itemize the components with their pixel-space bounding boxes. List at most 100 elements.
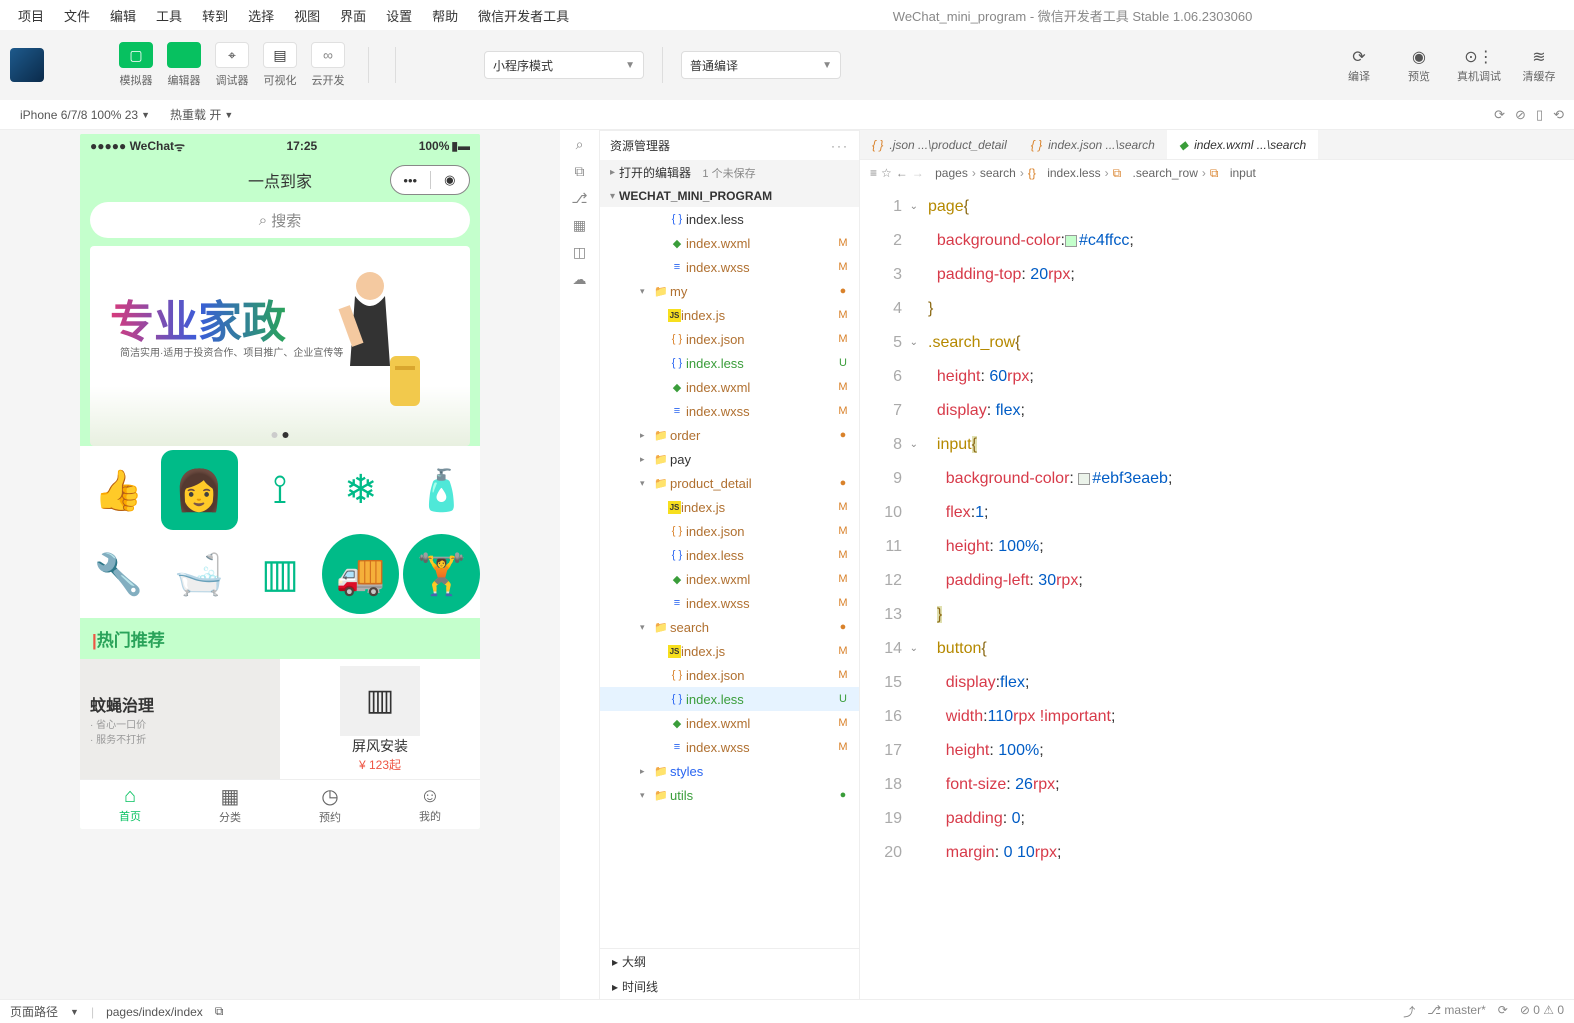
menu-goto[interactable]: 转到 bbox=[194, 2, 236, 29]
crumb[interactable]: search bbox=[980, 166, 1016, 180]
project-header[interactable]: ▾ WECHAT_MINI_PROGRAM bbox=[600, 185, 859, 207]
cat-lamp[interactable]: ⟟ bbox=[242, 450, 319, 530]
branch-icon[interactable]: ⎇ bbox=[571, 190, 587, 207]
menu-view[interactable]: 视图 bbox=[286, 2, 328, 29]
open-editors-header[interactable]: ▸ 打开的编辑器 1 个未保存 bbox=[600, 160, 859, 185]
tree-item[interactable]: ▾📁search● bbox=[600, 615, 859, 639]
breadcrumbs[interactable]: ≡ ☆ ← → pages› search› {} index.less› ⧉ … bbox=[860, 160, 1574, 186]
code-line[interactable]: 2 background-color:#c4ffcc; bbox=[860, 224, 1574, 258]
tree-item[interactable]: ▾📁product_detail● bbox=[600, 471, 859, 495]
tree-item[interactable]: { }index.jsonM bbox=[600, 519, 859, 543]
capsule[interactable]: ••• ◉ bbox=[390, 165, 470, 195]
crumb[interactable]: input bbox=[1230, 166, 1256, 180]
tree-item[interactable]: ◆index.wxmlM bbox=[600, 567, 859, 591]
menu-tools[interactable]: 工具 bbox=[148, 2, 190, 29]
mode-select[interactable]: 小程序模式 ▼ bbox=[484, 51, 644, 79]
tree-item[interactable]: ◆index.wxmlM bbox=[600, 231, 859, 255]
tab-我的[interactable]: ☺我的 bbox=[380, 780, 480, 829]
tree-item[interactable]: ▸📁order● bbox=[600, 423, 859, 447]
menu-help[interactable]: 帮助 bbox=[424, 2, 466, 29]
menu-ui[interactable]: 界面 bbox=[332, 2, 374, 29]
tree-item[interactable]: ≡index.wxssM bbox=[600, 255, 859, 279]
code-line[interactable]: 8⌄ input{ bbox=[860, 428, 1574, 462]
code-line[interactable]: 20 margin: 0 10rpx; bbox=[860, 836, 1574, 870]
branch-indicator[interactable]: ⎇ master* bbox=[1427, 1003, 1486, 1020]
cat-fitness[interactable]: 🏋 bbox=[403, 534, 480, 614]
simulator-device[interactable]: ●●●●● WeChatᯤ 17:25 100% ▮▬ 一点到家 ••• ◉ ⌕… bbox=[80, 134, 480, 829]
crumb[interactable]: pages bbox=[935, 166, 968, 180]
tree-item[interactable]: ◆index.wxmlM bbox=[600, 711, 859, 735]
crumb[interactable]: .search_row bbox=[1133, 166, 1198, 180]
code-line[interactable]: 14⌄ button{ bbox=[860, 632, 1574, 666]
sync-icon[interactable]: ⟳ bbox=[1498, 1003, 1508, 1020]
timeline-section[interactable]: ▸时间线 bbox=[600, 974, 859, 999]
code-line[interactable]: 17 height: 100%; bbox=[860, 734, 1574, 768]
tree-item[interactable]: JSindex.jsM bbox=[600, 639, 859, 663]
hot-reload-toggle[interactable]: 热重载 开 ▼ bbox=[160, 106, 243, 123]
code-line[interactable]: 4} bbox=[860, 292, 1574, 326]
menu-devtools[interactable]: 微信开发者工具 bbox=[470, 2, 577, 29]
more-icon[interactable]: ••• bbox=[391, 173, 430, 188]
crumb[interactable]: index.less bbox=[1047, 166, 1100, 180]
banner[interactable]: 专业家政 简洁实用·适用于投资合作、项目推广、企业宣传等 bbox=[90, 246, 470, 446]
phone-icon[interactable]: ▯ bbox=[1536, 107, 1543, 123]
cat-nanny[interactable]: 👩 bbox=[161, 450, 238, 530]
code-line[interactable]: 12 padding-left: 30rpx; bbox=[860, 564, 1574, 598]
tree-item[interactable]: ≡index.wxssM bbox=[600, 399, 859, 423]
problems-indicator[interactable]: ⊘ 0 ⚠ 0 bbox=[1520, 1003, 1564, 1020]
cloud-icon[interactable]: ☁ bbox=[573, 271, 587, 288]
copy-icon[interactable]: ⧉ bbox=[575, 163, 585, 180]
compile-select[interactable]: 普通编译 ▼ bbox=[681, 51, 841, 79]
fold-icon[interactable]: ⌄ bbox=[910, 428, 918, 462]
code-editor[interactable]: 1⌄page{2 background-color:#c4ffcc;3 padd… bbox=[860, 186, 1574, 999]
target-icon[interactable]: ◉ bbox=[431, 172, 470, 188]
cat-like[interactable]: 👍 bbox=[80, 450, 157, 530]
outline-section[interactable]: ▸大纲 bbox=[600, 949, 859, 974]
device-select[interactable]: iPhone 6/7/8 100% 23 ▼ bbox=[10, 108, 160, 122]
tree-item[interactable]: ▾📁utils● bbox=[600, 783, 859, 807]
fold-icon[interactable]: ⌄ bbox=[910, 190, 918, 224]
tree-item[interactable]: ≡index.wxssM bbox=[600, 735, 859, 759]
menu-settings[interactable]: 设置 bbox=[378, 2, 420, 29]
tree-item[interactable]: JSindex.jsM bbox=[600, 495, 859, 519]
cat-curtain[interactable]: ▥ bbox=[242, 534, 319, 614]
menu-project[interactable]: 项目 bbox=[10, 2, 52, 29]
code-line[interactable]: 16 width:110rpx !important; bbox=[860, 700, 1574, 734]
editor-tab[interactable]: { }.json ...\product_detail bbox=[860, 130, 1019, 159]
tool-调试器[interactable]: ⌖调试器 bbox=[210, 42, 254, 88]
tree-item[interactable]: ▸📁pay bbox=[600, 447, 859, 471]
search-icon[interactable]: ⌕ bbox=[576, 136, 584, 153]
search-input[interactable]: ⌕ 搜索 bbox=[90, 202, 470, 238]
upload-icon[interactable]: ⤴ bbox=[1403, 1003, 1415, 1020]
code-line[interactable]: 19 padding: 0; bbox=[860, 802, 1574, 836]
code-line[interactable]: 1⌄page{ bbox=[860, 190, 1574, 224]
stop-icon[interactable]: ⊘ bbox=[1515, 107, 1526, 123]
grid-icon[interactable]: ▦ bbox=[573, 217, 586, 234]
menu-file[interactable]: 文件 bbox=[56, 2, 98, 29]
list-icon[interactable]: ≡ bbox=[870, 166, 877, 180]
back-icon[interactable]: ← bbox=[896, 166, 908, 180]
tree-item[interactable]: JSindex.jsM bbox=[600, 303, 859, 327]
link-icon[interactable]: ⧉ bbox=[215, 1004, 224, 1019]
more-icon[interactable]: ··· bbox=[831, 139, 849, 153]
refresh-icon[interactable]: ⟳ bbox=[1494, 107, 1505, 123]
forward-icon[interactable]: → bbox=[912, 166, 924, 180]
bookmark-icon[interactable]: ☆ bbox=[881, 166, 892, 180]
tab-首页[interactable]: ⌂首页 bbox=[80, 780, 180, 829]
cat-ac[interactable]: ❄ bbox=[322, 450, 399, 530]
action-清缓存[interactable]: ≋清缓存 bbox=[1514, 46, 1564, 84]
cat-pipe[interactable]: 🔧 bbox=[80, 534, 157, 614]
tree-item[interactable]: { }index.jsonM bbox=[600, 327, 859, 351]
menu-edit[interactable]: 编辑 bbox=[102, 2, 144, 29]
tool-云开发[interactable]: ∞云开发 bbox=[306, 42, 350, 88]
page-path[interactable]: pages/index/index bbox=[106, 1005, 203, 1019]
layout-icon[interactable]: ◫ bbox=[573, 244, 586, 261]
rotate-icon[interactable]: ⟲ bbox=[1553, 107, 1564, 123]
product-card[interactable]: 蚊蝇治理 · 省心一口价· 服务不打折 bbox=[80, 659, 280, 779]
tree-item[interactable]: ≡index.wxssM bbox=[600, 591, 859, 615]
code-line[interactable]: 10 flex:1; bbox=[860, 496, 1574, 530]
file-tree[interactable]: { }index.less◆index.wxmlM≡index.wxssM▾📁m… bbox=[600, 207, 859, 948]
code-line[interactable]: 7 display: flex; bbox=[860, 394, 1574, 428]
tree-item[interactable]: ◆index.wxmlM bbox=[600, 375, 859, 399]
tree-item[interactable]: { }index.lessU bbox=[600, 687, 859, 711]
